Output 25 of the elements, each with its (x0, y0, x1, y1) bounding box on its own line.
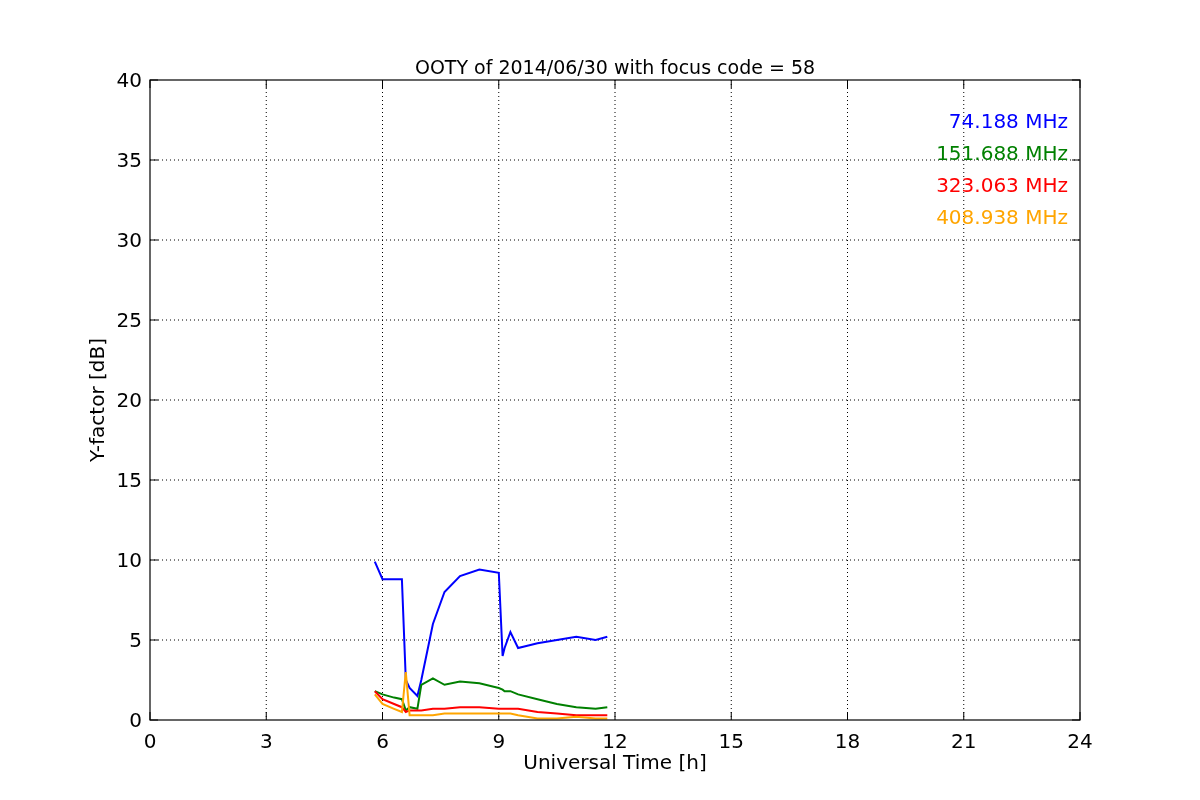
tick-label: 0 (129, 708, 142, 732)
tick-label: 9 (492, 729, 506, 753)
tick-label: 15 (718, 729, 744, 753)
tick-label: 5 (129, 628, 142, 652)
legend-label: 151.688 MHz (936, 141, 1068, 165)
tick-label: 24 (1067, 729, 1093, 753)
legend-label: 74.188 MHz (948, 109, 1068, 133)
tick-label: 40 (116, 68, 142, 92)
tick-label: 15 (116, 468, 142, 492)
legend-label: 323.063 MHz (936, 173, 1068, 197)
tick-label: 0 (143, 729, 157, 753)
tick-label: 3 (259, 729, 273, 753)
y-axis-label: Y-factor [dB] (85, 338, 109, 462)
tick-label: 25 (116, 308, 142, 332)
tick-label: 21 (951, 729, 977, 753)
tick-label: 6 (376, 729, 389, 753)
x-axis-label: Universal Time [h] (523, 750, 707, 774)
legend-label: 408.938 MHz (936, 205, 1068, 229)
tick-label: 35 (116, 148, 142, 172)
chart-title: OOTY of 2014/06/30 with focus code = 58 (414, 56, 816, 78)
tick-label: 20 (116, 388, 142, 412)
tick-label: 10 (116, 548, 142, 572)
tick-label: 30 (116, 228, 142, 252)
tick-label: 18 (834, 729, 861, 753)
tick-label: 12 (602, 729, 628, 753)
